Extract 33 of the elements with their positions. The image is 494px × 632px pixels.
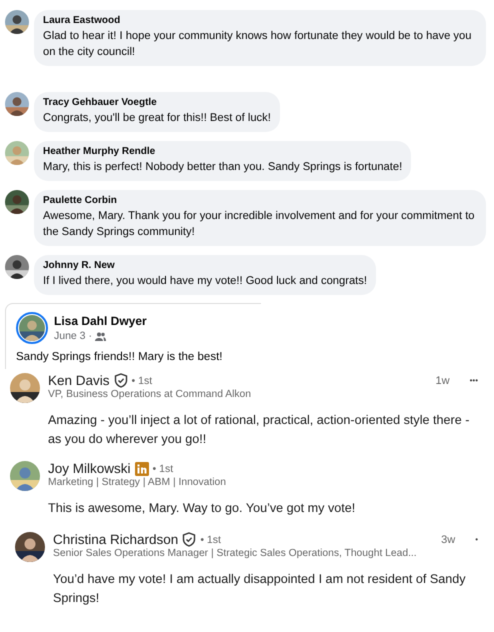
connection-degree: • 1st (132, 374, 152, 386)
shield-check-icon (182, 532, 196, 547)
comment-text: Congrats, you'll be great for this!! Best of luck! (43, 111, 271, 126)
timestamp: 1w (436, 374, 450, 386)
author-name[interactable]: Heather Murphy Rendle (43, 146, 402, 157)
author-name[interactable]: Joy Milkowski (48, 461, 131, 476)
more-options[interactable]: ••• (470, 376, 478, 385)
connection-degree: • 1st (200, 534, 221, 546)
post-date[interactable]: June 3 · (54, 330, 92, 342)
comment-text: Glad to hear it! I hope your community knows how fortunate they would be to have you on the city council! (43, 29, 472, 60)
author-name[interactable]: Tracy Gehbauer Voegtle (43, 97, 271, 108)
author-name[interactable]: Laura Eastwood (43, 15, 477, 26)
in-logo-icon (134, 462, 149, 476)
comment-text: Amazing - you’ll inject a lot of rational, practical, action-oriented style there - as you do wherever you go!! (48, 412, 470, 448)
more-options[interactable]: • (475, 535, 478, 544)
timestamp: 3w (441, 534, 456, 546)
author-name[interactable]: Paulette Corbin (43, 195, 477, 206)
post-text: Sandy Springs friends!! Mary is the best! (16, 351, 224, 363)
author-name[interactable]: Christina Richardson (53, 532, 178, 547)
author-name[interactable]: Ken Davis (48, 373, 110, 388)
comment-text: Mary, this is perfect! Nobody better than you. Sandy Springs is fortunate! (43, 160, 402, 175)
author-headline: Senior Sales Operations Manager | Strategic Sales Operations, Thought Lead... (53, 548, 418, 559)
connection-degree: • 1st (152, 462, 174, 474)
friends-icon (94, 332, 106, 340)
author-headline: Marketing | Strategy | ABM | Innovation (48, 477, 228, 488)
author-name[interactable]: Lisa Dahl Dwyer (54, 314, 147, 328)
author-headline: VP, Business Operations at Command Alkon (48, 389, 252, 400)
shield-check-icon (114, 373, 128, 388)
comment-text: You’d have my vote! I am actually disappointed I am not resident of Sandy Springs! (53, 571, 467, 607)
comment-text: Awesome, Mary. Thank you for your incredible involvement and for your commitment to the Sandy Springs community! (43, 209, 476, 240)
author-name[interactable]: Johnny R. New (43, 260, 367, 271)
comment-text: This is awesome, Mary. Way to go. You’ve got my vote! (48, 500, 356, 517)
comment-text: If I lived there, you would have my vote!! Good luck and congrats! (43, 274, 367, 289)
